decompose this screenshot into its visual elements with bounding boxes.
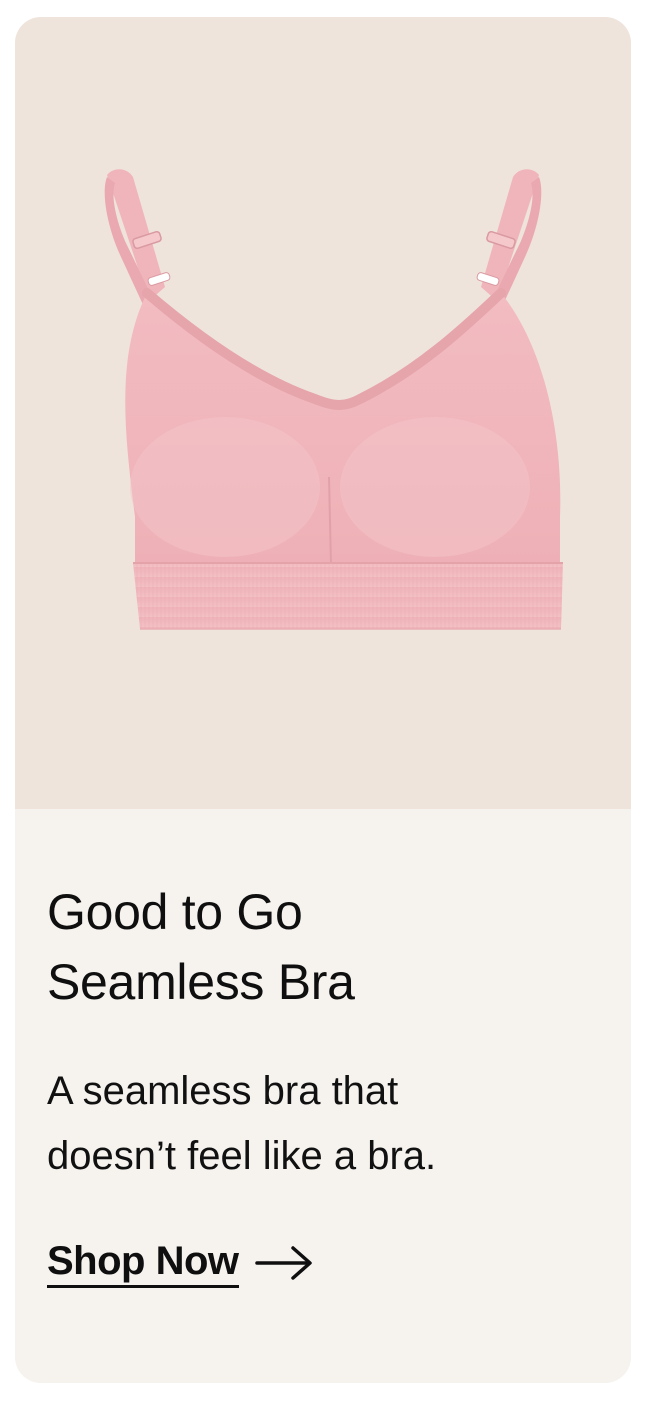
product-title: Good to Go Seamless Bra bbox=[47, 877, 587, 1017]
product-title-line-2: Seamless Bra bbox=[47, 954, 355, 1010]
product-image[interactable] bbox=[15, 17, 631, 809]
product-description-line-1: A seamless bra that bbox=[47, 1069, 399, 1113]
arrow-right-icon[interactable] bbox=[254, 1243, 315, 1283]
bra-illustration bbox=[104, 169, 563, 630]
product-card[interactable]: Good to Go Seamless Bra A seamless bra t… bbox=[15, 17, 631, 1383]
product-description: A seamless bra that doesn’t feel like a … bbox=[47, 1059, 587, 1189]
product-details: Good to Go Seamless Bra A seamless bra t… bbox=[15, 809, 631, 1383]
shop-now-label[interactable]: Shop Now bbox=[47, 1237, 239, 1288]
product-title-line-1: Good to Go bbox=[47, 884, 303, 940]
shop-now-link[interactable]: Shop Now bbox=[47, 1237, 315, 1288]
product-description-line-2: doesn’t feel like a bra. bbox=[47, 1134, 437, 1178]
